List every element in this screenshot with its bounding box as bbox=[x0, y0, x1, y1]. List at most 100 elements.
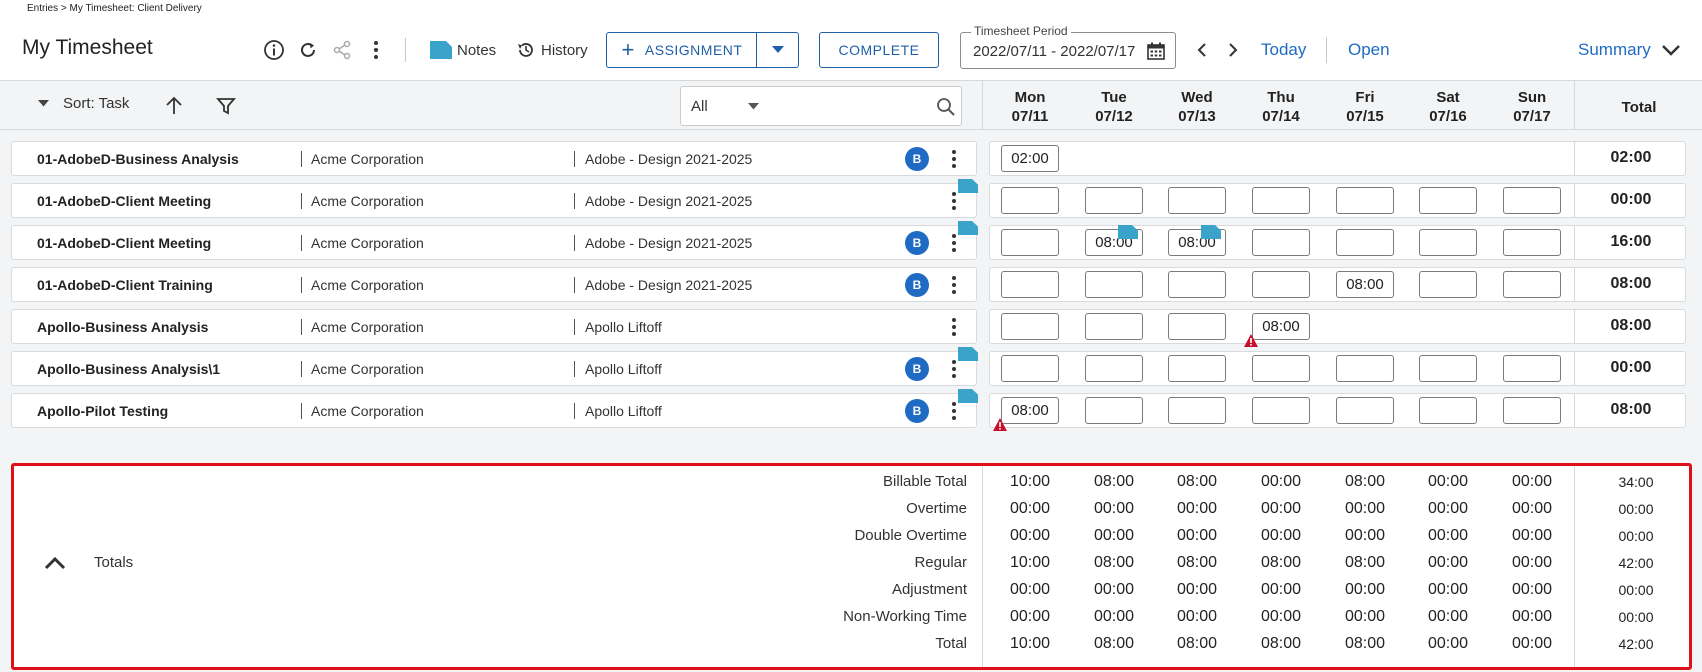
time-entry-input[interactable] bbox=[1503, 229, 1561, 256]
more-options-icon[interactable] bbox=[947, 316, 961, 338]
row-menu[interactable] bbox=[947, 232, 961, 254]
add-assignment-button[interactable]: + ASSIGNMENT bbox=[606, 32, 757, 68]
time-entry-input[interactable] bbox=[1419, 229, 1477, 256]
warning-icon[interactable] bbox=[1244, 334, 1258, 352]
time-entry-input[interactable] bbox=[1503, 271, 1561, 298]
row-menu[interactable] bbox=[947, 274, 961, 296]
time-entry-input[interactable] bbox=[1419, 355, 1477, 382]
time-entry-input[interactable] bbox=[1085, 313, 1143, 340]
more-options-icon[interactable] bbox=[947, 358, 961, 380]
time-entry-input[interactable] bbox=[1085, 397, 1143, 424]
complete-button[interactable]: COMPLETE bbox=[819, 32, 939, 68]
table-row[interactable]: 01-AdobeD-Client Meeting Acme Corporation… bbox=[11, 225, 977, 260]
time-entry-input[interactable] bbox=[1168, 313, 1226, 340]
open-link[interactable]: Open bbox=[1348, 40, 1390, 60]
notes-button[interactable]: Notes bbox=[430, 38, 496, 62]
project-name: Adobe - Design 2021-2025 bbox=[585, 235, 753, 251]
previous-period-icon[interactable] bbox=[1188, 36, 1216, 64]
time-entry-input[interactable] bbox=[1001, 187, 1059, 214]
time-entry-input[interactable] bbox=[1252, 229, 1310, 256]
time-entry-input[interactable] bbox=[1252, 355, 1310, 382]
task-filter-select[interactable]: All bbox=[680, 86, 962, 126]
share-icon[interactable] bbox=[328, 36, 356, 64]
search-icon[interactable] bbox=[936, 97, 956, 117]
more-options-icon[interactable] bbox=[947, 190, 961, 212]
time-entry-input[interactable] bbox=[1001, 355, 1059, 382]
filter-icon[interactable] bbox=[212, 92, 240, 120]
row-menu[interactable] bbox=[947, 190, 961, 212]
time-entry-input[interactable] bbox=[1085, 187, 1143, 214]
task-name[interactable]: 01-AdobeD-Client Meeting bbox=[37, 193, 211, 209]
time-entry-input[interactable] bbox=[1336, 229, 1394, 256]
history-button[interactable]: History bbox=[516, 38, 588, 62]
row-menu[interactable] bbox=[947, 316, 961, 338]
more-options-icon[interactable] bbox=[947, 232, 961, 254]
time-entry-input[interactable] bbox=[1168, 397, 1226, 424]
warning-icon[interactable] bbox=[993, 418, 1007, 436]
refresh-icon[interactable] bbox=[294, 36, 322, 64]
time-entry-input[interactable] bbox=[1419, 397, 1477, 424]
billable-badge: B bbox=[905, 357, 929, 381]
sort-direction-icon[interactable] bbox=[160, 92, 188, 120]
more-options-icon[interactable] bbox=[362, 36, 390, 64]
time-entry-input[interactable]: 08:00 bbox=[1252, 313, 1310, 340]
more-options-icon[interactable] bbox=[947, 400, 961, 422]
time-entry-input[interactable] bbox=[1252, 397, 1310, 424]
totals-toggle[interactable]: Totals bbox=[44, 554, 133, 571]
calendar-icon[interactable] bbox=[1147, 42, 1165, 60]
row-menu[interactable] bbox=[947, 358, 961, 380]
task-name[interactable]: Apollo-Business Analysis bbox=[37, 319, 208, 335]
assignment-dropdown-button[interactable] bbox=[756, 32, 799, 68]
table-row[interactable]: Apollo-Pilot Testing Acme Corporation Apol… bbox=[11, 393, 977, 428]
more-options-icon[interactable] bbox=[947, 148, 961, 170]
time-entry-input[interactable] bbox=[1168, 355, 1226, 382]
time-entry-input[interactable] bbox=[1336, 187, 1394, 214]
time-entry-input[interactable] bbox=[1085, 355, 1143, 382]
task-name[interactable]: 01-AdobeD-Client Training bbox=[37, 277, 213, 293]
table-row[interactable]: 01-AdobeD-Client Meeting Acme Corporation… bbox=[11, 183, 977, 218]
task-name[interactable]: Apollo-Pilot Testing bbox=[37, 403, 168, 419]
billable-badge: B bbox=[905, 399, 929, 423]
totals-cell: 00:00 bbox=[1427, 500, 1469, 517]
time-entry-input[interactable]: 08:00 bbox=[1336, 271, 1394, 298]
time-entry-input[interactable]: 02:00 bbox=[1001, 145, 1059, 172]
time-entry-input[interactable] bbox=[1168, 187, 1226, 214]
task-name[interactable]: Apollo-Business Analysis\1 bbox=[37, 361, 220, 377]
totals-cell: 00:00 bbox=[1093, 608, 1135, 625]
time-entry-input[interactable] bbox=[1085, 271, 1143, 298]
cell-divider bbox=[301, 193, 302, 209]
totals-cell: 08:00 bbox=[1176, 635, 1218, 652]
info-icon[interactable] bbox=[260, 36, 288, 64]
time-entry-input[interactable] bbox=[1168, 271, 1226, 298]
task-name[interactable]: 01-AdobeD-Business Analysis bbox=[37, 151, 239, 167]
time-entry-input[interactable] bbox=[1336, 355, 1394, 382]
time-entry-input[interactable] bbox=[1001, 271, 1059, 298]
time-entry-input[interactable] bbox=[1252, 187, 1310, 214]
time-entry-input[interactable] bbox=[1503, 397, 1561, 424]
sort-dropdown[interactable]: Sort: Task bbox=[38, 95, 129, 112]
table-row[interactable]: Apollo-Business Analysis\1 Acme Corporati… bbox=[11, 351, 977, 386]
table-row[interactable]: Apollo-Business Analysis Acme Corporation… bbox=[11, 309, 977, 344]
breadcrumb[interactable]: Entries > My Timesheet: Client Delivery bbox=[27, 3, 202, 14]
time-entry-input[interactable] bbox=[1001, 229, 1059, 256]
time-entry-input[interactable] bbox=[1419, 271, 1477, 298]
row-menu[interactable] bbox=[947, 400, 961, 422]
row-menu[interactable] bbox=[947, 148, 961, 170]
more-options-icon[interactable] bbox=[947, 274, 961, 296]
time-entry-input[interactable] bbox=[1001, 313, 1059, 340]
timesheet-period-field[interactable]: Timesheet Period 2022/07/11 - 2022/07/17 bbox=[960, 24, 1176, 69]
next-period-icon[interactable] bbox=[1219, 36, 1247, 64]
summary-toggle[interactable]: Summary bbox=[1578, 40, 1681, 60]
time-entry-input[interactable] bbox=[1252, 271, 1310, 298]
table-row[interactable]: 01-AdobeD-Business Analysis Acme Corporat… bbox=[11, 141, 977, 176]
time-entry-input[interactable] bbox=[1336, 397, 1394, 424]
time-entry-input[interactable]: 08:00 bbox=[1001, 397, 1059, 424]
table-row[interactable]: 01-AdobeD-Client Training Acme Corporatio… bbox=[11, 267, 977, 302]
today-link[interactable]: Today bbox=[1261, 40, 1306, 60]
row-total: 08:00 bbox=[1610, 401, 1652, 418]
time-entry-input[interactable] bbox=[1503, 187, 1561, 214]
task-name[interactable]: 01-AdobeD-Client Meeting bbox=[37, 235, 211, 251]
cell-divider bbox=[301, 277, 302, 293]
time-entry-input[interactable] bbox=[1503, 355, 1561, 382]
time-entry-input[interactable] bbox=[1419, 187, 1477, 214]
